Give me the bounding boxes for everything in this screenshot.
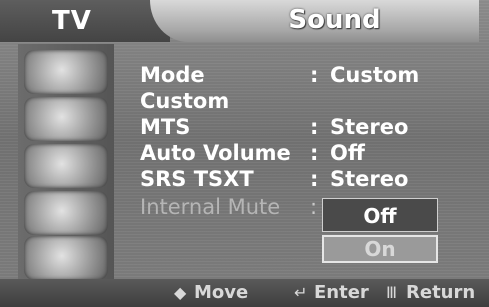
setup-icon[interactable] bbox=[24, 191, 108, 235]
srs-tsxt-value: Stereo bbox=[330, 167, 409, 191]
title-tab: Sound bbox=[150, 0, 479, 42]
tv-menu-screen: TV Sound Mode : Custom Custom MTS : Ster… bbox=[0, 0, 489, 307]
input-icon[interactable] bbox=[24, 236, 108, 280]
mode-value: Custom bbox=[330, 63, 420, 87]
menu-item-mode[interactable]: Mode bbox=[140, 62, 205, 88]
sound-icon[interactable] bbox=[24, 97, 108, 141]
menu-item-mts[interactable]: MTS bbox=[140, 114, 190, 140]
tv-section-label: TV bbox=[0, 0, 170, 42]
return-hint: Return bbox=[406, 282, 476, 303]
move-hint: Move bbox=[194, 282, 249, 303]
return-icon: Ⅲ bbox=[386, 283, 398, 302]
mode-colon: : bbox=[310, 63, 319, 87]
enter-icon: ↵ bbox=[294, 283, 308, 302]
picture-icon[interactable] bbox=[24, 50, 108, 94]
sidebar bbox=[18, 44, 114, 280]
enter-hint: Enter bbox=[314, 282, 369, 303]
menu-item-srs-tsxt[interactable]: SRS TSXT bbox=[140, 166, 254, 192]
option-off[interactable]: Off bbox=[322, 198, 438, 232]
menu-item-auto-volume[interactable]: Auto Volume bbox=[140, 140, 291, 166]
menu-item-custom[interactable]: Custom bbox=[140, 88, 229, 114]
bottom-hint-bar: ◆ Move ↵ Enter Ⅲ Return bbox=[0, 279, 489, 307]
internal-mute-colon: : bbox=[310, 195, 318, 219]
mts-value: Stereo bbox=[330, 115, 409, 139]
auto-volume-colon: : bbox=[310, 141, 319, 165]
channel-icon[interactable] bbox=[24, 144, 108, 188]
page-title: Sound bbox=[288, 5, 381, 35]
move-icon: ◆ bbox=[174, 283, 187, 302]
menu-item-internal-mute[interactable]: Internal Mute bbox=[140, 194, 280, 220]
option-on[interactable]: On bbox=[322, 235, 438, 263]
srs-tsxt-colon: : bbox=[310, 167, 319, 191]
mts-colon: : bbox=[310, 115, 319, 139]
auto-volume-value: Off bbox=[330, 141, 365, 165]
